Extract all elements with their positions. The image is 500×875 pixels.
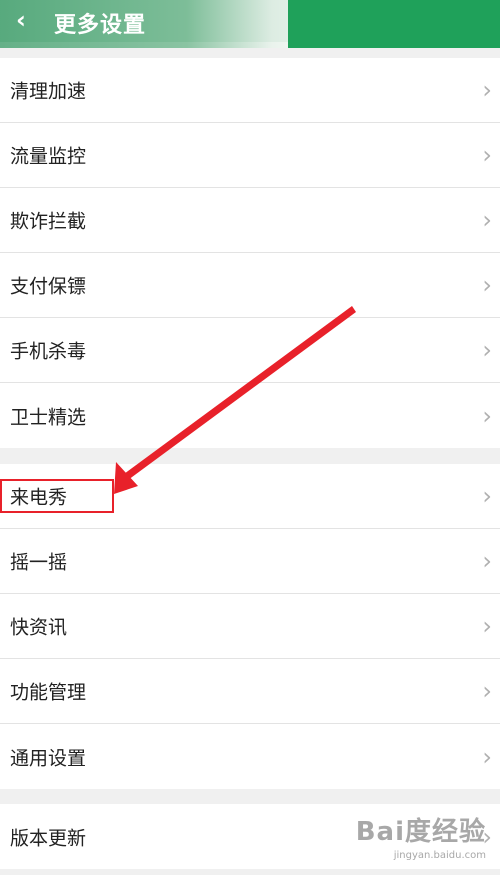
back-button[interactable]: ‹ — [10, 8, 32, 32]
settings-item-featured[interactable]: 卫士精选 › — [0, 383, 500, 448]
settings-item-label: 快资讯 — [10, 616, 68, 639]
chevron-right-icon: › — [482, 547, 492, 575]
chevron-right-icon: › — [482, 271, 492, 299]
header-accent-band — [288, 0, 500, 48]
settings-item-label: 功能管理 — [10, 681, 87, 704]
watermark-logo: Bai度经验 — [355, 817, 486, 847]
settings-item-label: 清理加速 — [10, 80, 87, 103]
chevron-right-icon: › — [482, 206, 492, 234]
chevron-right-icon: › — [482, 336, 492, 364]
page-title: 更多设置 — [54, 13, 147, 38]
settings-item-traffic-monitor[interactable]: 流量监控 › — [0, 123, 500, 188]
chevron-right-icon: › — [482, 742, 492, 771]
watermark-url: jingyan.baidu.com — [393, 850, 486, 861]
watermark: Bai度经验 jingyan.baidu.com — [356, 811, 486, 861]
settings-item-feature-manage[interactable]: 功能管理 › — [0, 659, 500, 724]
chevron-right-icon: › — [482, 141, 492, 169]
settings-item-antivirus[interactable]: 手机杀毒 › — [0, 318, 500, 383]
settings-item-label: 手机杀毒 — [10, 340, 87, 363]
chevron-right-icon: › — [482, 76, 492, 104]
settings-item-payment-guard[interactable]: 支付保镖 › — [0, 253, 500, 318]
header-bar: ‹ 更多设置 — [0, 0, 500, 48]
settings-group-1: 清理加速 › 流量监控 › 欺诈拦截 › 支付保镖 › 手机杀毒 › 卫士精选 … — [0, 58, 500, 448]
settings-item-fraud-block[interactable]: 欺诈拦截 › — [0, 188, 500, 253]
settings-item-label: 卫士精选 — [10, 406, 87, 428]
chevron-right-icon: › — [482, 677, 492, 705]
settings-item-label: 摇一摇 — [10, 551, 68, 574]
chevron-right-icon: › — [482, 612, 492, 640]
settings-item-label: 版本更新 — [10, 827, 87, 849]
settings-item-label: 通用设置 — [10, 747, 87, 769]
settings-item-label: 支付保镖 — [10, 275, 87, 298]
chevron-right-icon: › — [482, 401, 492, 430]
settings-item-label: 欺诈拦截 — [10, 210, 87, 233]
settings-item-clean-speedup[interactable]: 清理加速 › — [0, 58, 500, 123]
highlight-box — [0, 479, 114, 513]
chevron-left-icon: ‹ — [16, 6, 26, 34]
settings-item-news[interactable]: 快资讯 › — [0, 594, 500, 659]
settings-item-label: 流量监控 — [10, 145, 87, 168]
settings-item-shake[interactable]: 摇一摇 › — [0, 529, 500, 594]
settings-item-general[interactable]: 通用设置 › — [0, 724, 500, 789]
chevron-right-icon: › — [482, 482, 492, 510]
